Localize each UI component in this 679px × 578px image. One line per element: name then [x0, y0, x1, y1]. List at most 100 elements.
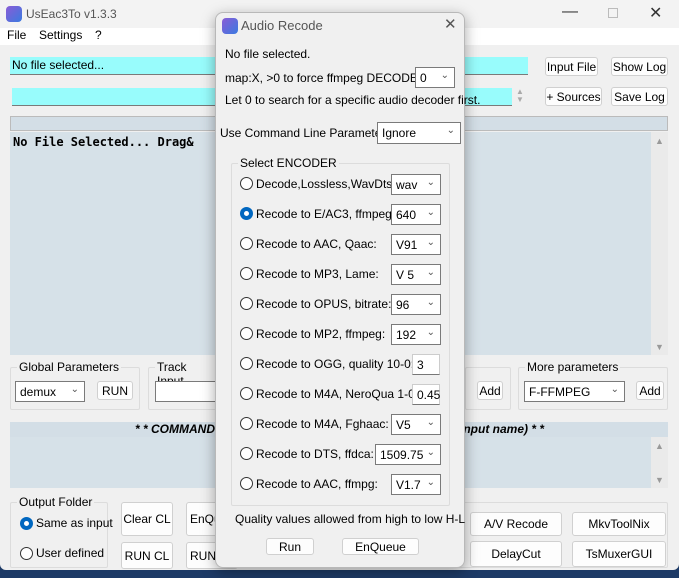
tsmuxer-button[interactable]: TsMuxerGUI: [572, 541, 666, 567]
chevron-down-icon: ⌄: [426, 267, 435, 278]
global-parameters-label: Global Parameters: [17, 360, 122, 374]
encoder-value: 640: [396, 207, 417, 222]
menu-file[interactable]: File: [7, 28, 26, 42]
decoder-select[interactable]: 0 ⌄: [415, 67, 455, 88]
encoder-value: 192: [396, 327, 417, 342]
chevron-down-icon: ⌄: [426, 177, 435, 188]
chevron-down-icon: ⌄: [70, 384, 79, 395]
encoder-value-select[interactable]: wav ⌄: [391, 174, 441, 195]
chevron-down-icon: ⌄: [426, 447, 435, 458]
encoder-value-select[interactable]: V 5 ⌄: [391, 264, 441, 285]
encoder-value: V1.7: [396, 477, 421, 492]
encoder-label: Recode to MP2, ffmpeg:: [256, 327, 386, 341]
encoder-value-select[interactable]: 640 ⌄: [391, 204, 441, 225]
dialog-icon: [222, 18, 238, 34]
encoder-label: Recode to OGG, quality 10-0:: [256, 357, 415, 371]
encoder-radio[interactable]: [240, 177, 253, 190]
encoder-value-select[interactable]: V5 ⌄: [391, 414, 441, 435]
encoder-value: 3: [417, 357, 424, 372]
run-global-button[interactable]: RUN: [97, 381, 133, 400]
command-scrollbar[interactable]: ▲ ▼: [651, 437, 668, 488]
more-parameters-add-button[interactable]: Add: [636, 381, 664, 400]
command-header-left: * * COMMAND: [135, 422, 215, 436]
run-cl-button[interactable]: RUN CL: [121, 542, 173, 569]
encoder-value-select[interactable]: 96 ⌄: [391, 294, 441, 315]
encoder-radio[interactable]: [240, 477, 253, 490]
user-defined-label: User defined: [36, 546, 105, 560]
close-icon[interactable]: ✕: [649, 3, 662, 23]
decoder-value: 0: [420, 70, 427, 85]
encoder-value-input[interactable]: 0.45: [412, 384, 440, 405]
encoder-value: wav: [396, 177, 418, 192]
more-parameters-value: F-FFMPEG: [529, 384, 591, 399]
user-defined-radio[interactable]: [20, 547, 33, 560]
chevron-down-icon: ⌄: [426, 237, 435, 248]
menu-settings[interactable]: Settings: [39, 28, 82, 42]
cmd-params-select[interactable]: Ignore ⌄: [377, 122, 461, 144]
encoder-label: Recode to AAC, Qaac:: [256, 237, 377, 251]
global-parameters-select[interactable]: demux ⌄: [15, 381, 85, 402]
encoder-radio[interactable]: [240, 207, 253, 220]
global-parameters-value: demux: [20, 384, 57, 399]
log-scrollbar[interactable]: ▲ ▼: [651, 132, 668, 355]
window-title: UsEac3To v1.3.3: [26, 7, 117, 21]
delaycut-button[interactable]: DelayCut: [470, 541, 562, 567]
encoder-value: V5: [396, 417, 411, 432]
dialog-close-icon[interactable]: ✕: [444, 15, 457, 33]
sources-button[interactable]: + Sources: [545, 87, 602, 106]
encoder-label: Recode to E/AC3, ffmpeg:: [256, 207, 396, 221]
encoder-value: V 5: [396, 267, 415, 282]
encoder-label: Recode to MP3, Lame:: [256, 267, 379, 281]
show-log-button[interactable]: Show Log: [611, 57, 668, 76]
enqueue-dialog-button[interactable]: EnQueue: [342, 538, 419, 555]
encoder-value-select[interactable]: 1509.75 ⌄: [375, 444, 441, 465]
chevron-down-icon: ⌄: [426, 297, 435, 308]
app-icon: [6, 6, 22, 22]
encoder-value: 0.45: [417, 387, 441, 402]
encoder-radio[interactable]: [240, 357, 253, 370]
encoder-label: Recode to M4A, NeroQua 1-0:: [256, 387, 419, 401]
audio-recode-dialog: Audio Recode ✕ No file selected. map:X, …: [215, 12, 480, 568]
encoder-label: Recode to DTS, ffdca:: [256, 447, 374, 461]
chevron-down-icon: ⌄: [426, 417, 435, 428]
decoder-hint: Let 0 to search for a specific audio dec…: [225, 93, 481, 107]
add-button[interactable]: Add: [477, 381, 503, 400]
maximize-icon[interactable]: [608, 8, 618, 18]
same-as-input-label: Same as input: [36, 516, 113, 530]
encoder-value: V91: [396, 237, 418, 252]
cmd-params-label: Use Command Line Parameters: [220, 126, 392, 140]
minimize-icon[interactable]: —: [562, 3, 578, 21]
encoder-value-select[interactable]: V1.7 ⌄: [391, 474, 441, 495]
chevron-down-icon: ⌄: [440, 70, 449, 81]
encoder-group-label: Select ENCODER: [238, 156, 339, 170]
run-button[interactable]: Run: [266, 538, 314, 555]
encoder-value-select[interactable]: 192 ⌄: [391, 324, 441, 345]
encoder-label: Recode to OPUS, bitrate:: [256, 297, 392, 311]
chevron-down-icon: ⌄: [426, 327, 435, 338]
av-recode-button[interactable]: A/V Recode: [470, 512, 562, 536]
chevron-down-icon: ⌄: [610, 384, 619, 395]
track-input-select[interactable]: [155, 381, 217, 402]
clear-cl-button[interactable]: Clear CL: [121, 502, 173, 536]
mkvtoolnix-button[interactable]: MkvToolNix: [572, 512, 666, 536]
more-parameters-label: More parameters: [525, 360, 621, 374]
encoder-radio[interactable]: [240, 417, 253, 430]
log-text: No File Selected... Drag&: [13, 135, 194, 149]
quality-note: Quality values allowed from high to low …: [235, 512, 466, 526]
spinner-icon[interactable]: ▲ ▼: [512, 88, 528, 106]
more-parameters-select[interactable]: F-FFMPEG ⌄: [524, 381, 625, 402]
encoder-radio[interactable]: [240, 297, 253, 310]
input-file-button[interactable]: Input File: [545, 57, 598, 76]
encoder-value-select[interactable]: V91 ⌄: [391, 234, 441, 255]
encoder-radio[interactable]: [240, 237, 253, 250]
menu-help[interactable]: ?: [95, 28, 102, 42]
same-as-input-radio[interactable]: [20, 517, 33, 530]
encoder-radio[interactable]: [240, 447, 253, 460]
dialog-title: Audio Recode: [241, 18, 323, 33]
encoder-radio[interactable]: [240, 387, 253, 400]
encoder-value: 96: [396, 297, 410, 312]
save-log-button[interactable]: Save Log: [611, 87, 668, 106]
encoder-value-input[interactable]: 3: [412, 354, 440, 375]
encoder-radio[interactable]: [240, 327, 253, 340]
encoder-radio[interactable]: [240, 267, 253, 280]
